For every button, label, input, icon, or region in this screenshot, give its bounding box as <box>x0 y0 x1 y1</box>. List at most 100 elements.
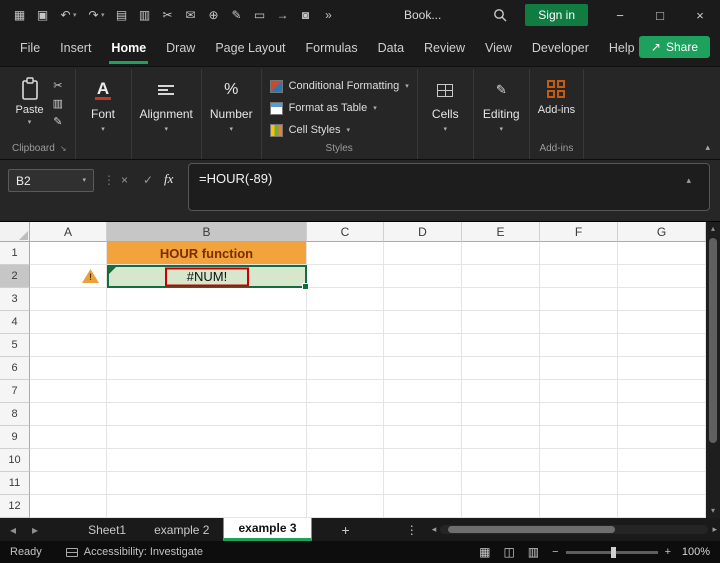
row-header-10[interactable]: 10 <box>0 449 30 472</box>
column-header-A[interactable]: A <box>30 222 107 242</box>
tab-data[interactable]: Data <box>368 35 414 61</box>
row-header-8[interactable]: 8 <box>0 403 30 426</box>
fill-handle[interactable] <box>302 283 309 290</box>
cell-D12[interactable] <box>384 495 462 518</box>
tab-home[interactable]: Home <box>101 35 156 64</box>
cell-E10[interactable] <box>462 449 540 472</box>
zoom-slider-thumb[interactable] <box>610 546 616 558</box>
sheet-tab-example2[interactable]: example 2 <box>140 518 223 541</box>
row-header-7[interactable]: 7 <box>0 380 30 403</box>
cell-A2[interactable]: ! <box>30 265 107 288</box>
number-group-button[interactable]: % Number ▾ <box>202 69 262 159</box>
cell-C8[interactable] <box>307 403 384 426</box>
sign-in-button[interactable]: Sign in <box>525 4 588 26</box>
select-all-corner[interactable] <box>0 222 30 242</box>
row-header-1[interactable]: 1 <box>0 242 30 265</box>
vertical-scrollbar-thumb[interactable] <box>709 238 717 443</box>
cell-B11[interactable] <box>107 472 307 495</box>
cell-C12[interactable] <box>307 495 384 518</box>
cell-F1[interactable] <box>540 242 618 265</box>
cell-G12[interactable] <box>618 495 706 518</box>
name-box-dropdown-icon[interactable]: ▾ <box>82 177 86 184</box>
row-header-9[interactable]: 9 <box>0 426 30 449</box>
column-header-E[interactable]: E <box>462 222 540 242</box>
cell-F7[interactable] <box>540 380 618 403</box>
cell-B6[interactable] <box>107 357 307 380</box>
cell-D10[interactable] <box>384 449 462 472</box>
paste-dropdown-icon[interactable]: ▾ <box>28 119 32 126</box>
cell-D5[interactable] <box>384 334 462 357</box>
cell-F11[interactable] <box>540 472 618 495</box>
insert-function-icon[interactable]: fx <box>164 171 173 187</box>
pen-icon[interactable]: ✎ <box>225 8 248 22</box>
cell-B7[interactable] <box>107 380 307 403</box>
cancel-icon[interactable]: × <box>121 173 128 187</box>
cell-F12[interactable] <box>540 495 618 518</box>
cell-E5[interactable] <box>462 334 540 357</box>
collapse-ribbon-icon[interactable]: ▴ <box>705 142 710 153</box>
cell-A4[interactable] <box>30 311 107 334</box>
share-button[interactable]: ↗ Share <box>638 36 710 58</box>
cell-A7[interactable] <box>30 380 107 403</box>
cell-A3[interactable] <box>30 288 107 311</box>
column-header-G[interactable]: G <box>618 222 706 242</box>
normal-view-icon[interactable]: ▦ <box>479 545 490 559</box>
row-header-11[interactable]: 11 <box>0 472 30 495</box>
format-as-table-button[interactable]: Format as Table ▾ <box>269 97 377 119</box>
cell-F5[interactable] <box>540 334 618 357</box>
row-header-12[interactable]: 12 <box>0 495 30 518</box>
cell-G5[interactable] <box>618 334 706 357</box>
cell-G1[interactable] <box>618 242 706 265</box>
sheet-nav-right-icon[interactable]: ▸ <box>32 523 38 537</box>
cell-C5[interactable] <box>307 334 384 357</box>
book-icon[interactable]: ▭ <box>248 8 271 22</box>
format-painter-button[interactable]: ✎ <box>53 116 63 129</box>
cell-G6[interactable] <box>618 357 706 380</box>
cell-D11[interactable] <box>384 472 462 495</box>
cut-button[interactable]: ✂ <box>53 80 63 93</box>
more-commands-icon[interactable]: » <box>317 8 340 22</box>
cell-styles-button[interactable]: Cell Styles ▾ <box>269 119 350 141</box>
cell-E2[interactable] <box>462 265 540 288</box>
cell-E12[interactable] <box>462 495 540 518</box>
vertical-scrollbar[interactable]: ▴ ▾ <box>706 222 720 518</box>
cell-A12[interactable] <box>30 495 107 518</box>
cell-B5[interactable] <box>107 334 307 357</box>
cell-A5[interactable] <box>30 334 107 357</box>
cell-D1[interactable] <box>384 242 462 265</box>
tab-page-layout[interactable]: Page Layout <box>205 35 295 61</box>
tab-review[interactable]: Review <box>414 35 475 61</box>
cell-A11[interactable] <box>30 472 107 495</box>
cell-F2[interactable] <box>540 265 618 288</box>
cell-C3[interactable] <box>307 288 384 311</box>
cell-A10[interactable] <box>30 449 107 472</box>
cell-G7[interactable] <box>618 380 706 403</box>
cell-B12[interactable] <box>107 495 307 518</box>
clipboard-icon[interactable]: ▤ <box>110 8 133 22</box>
sheet-options-icon[interactable]: ⋮ <box>406 518 418 541</box>
cell-C4[interactable] <box>307 311 384 334</box>
cell-E6[interactable] <box>462 357 540 380</box>
minimize-button[interactable]: − <box>600 0 640 30</box>
sheet-tab-sheet1[interactable]: Sheet1 <box>74 518 140 541</box>
cell-B4[interactable] <box>107 311 307 334</box>
new-sheet-button[interactable]: + <box>342 518 350 541</box>
cell-F10[interactable] <box>540 449 618 472</box>
cut-icon[interactable]: ✂ <box>156 8 179 22</box>
cell-E4[interactable] <box>462 311 540 334</box>
cell-C10[interactable] <box>307 449 384 472</box>
page-layout-view-icon[interactable]: ◫ <box>503 545 514 559</box>
scroll-up-icon[interactable]: ▴ <box>711 225 715 233</box>
cell-B8[interactable] <box>107 403 307 426</box>
cell-C2[interactable] <box>307 265 384 288</box>
cell-D2[interactable] <box>384 265 462 288</box>
redo-dropdown-icon[interactable]: ▾ <box>101 11 110 19</box>
alignment-group-button[interactable]: Alignment ▾ <box>132 69 202 159</box>
cell-G10[interactable] <box>618 449 706 472</box>
row-header-5[interactable]: 5 <box>0 334 30 357</box>
cell-D4[interactable] <box>384 311 462 334</box>
cell-C11[interactable] <box>307 472 384 495</box>
cell-E1[interactable] <box>462 242 540 265</box>
cell-G3[interactable] <box>618 288 706 311</box>
horizontal-scrollbar[interactable]: ◂ ▸ <box>432 518 717 541</box>
